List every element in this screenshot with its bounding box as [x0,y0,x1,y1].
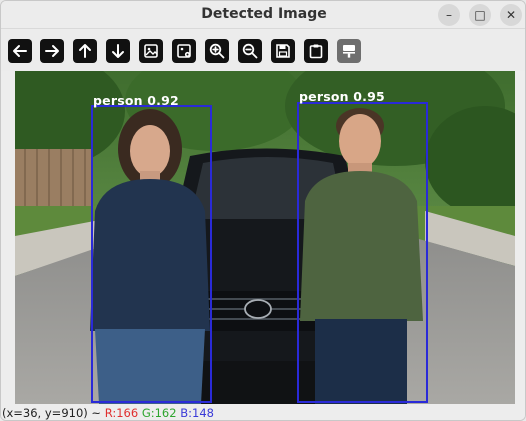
up-button[interactable] [73,39,97,63]
detection-label-person-1: person 0.92 [93,93,179,108]
zoom-in-icon [209,43,225,59]
detected-image[interactable]: person 0.92 person 0.95 [15,71,515,404]
maximize-button[interactable]: □ [469,4,491,26]
cursor-coordinates: (x=36, y=910) ~ [2,406,102,420]
arrow-right-icon [45,45,59,57]
arrow-left-icon [13,45,27,57]
zoom-out-button[interactable] [238,39,262,63]
pixel-red-value: R:166 [104,406,139,420]
image-settings-button[interactable] [172,39,196,63]
zoom-in-button[interactable] [205,39,229,63]
save-icon [276,44,290,58]
arrow-down-icon [112,44,124,58]
save-button[interactable] [271,39,295,63]
detection-label-person-2: person 0.95 [299,89,385,104]
detection-box-person-1 [91,105,212,403]
zoom-out-icon [242,43,258,59]
forward-button[interactable] [40,39,64,63]
back-button[interactable] [8,39,32,63]
clipboard-icon [309,44,323,59]
close-button[interactable]: ✕ [500,4,522,26]
pixel-green-value: G:162 [141,406,177,420]
toolbar [1,29,525,71]
detection-box-person-2 [297,102,428,403]
image-button[interactable] [139,39,163,63]
title-bar: Detected Image – □ ✕ [1,1,525,29]
paint-icon [343,45,355,58]
minimize-button[interactable]: – [438,4,460,26]
arrow-up-icon [79,44,91,58]
image-icon [144,44,158,58]
pixel-blue-value: B:148 [180,406,214,420]
image-settings-icon [177,44,191,58]
status-bar: (x=36, y=910) ~ R:166 G:162 B:148 [1,404,525,420]
detected-image-window: Detected Image – □ ✕ person 0.92 person … [0,0,526,421]
clipboard-button[interactable] [304,39,328,63]
scene-photo [15,71,515,404]
down-button[interactable] [106,39,130,63]
paint-button[interactable] [337,39,361,63]
